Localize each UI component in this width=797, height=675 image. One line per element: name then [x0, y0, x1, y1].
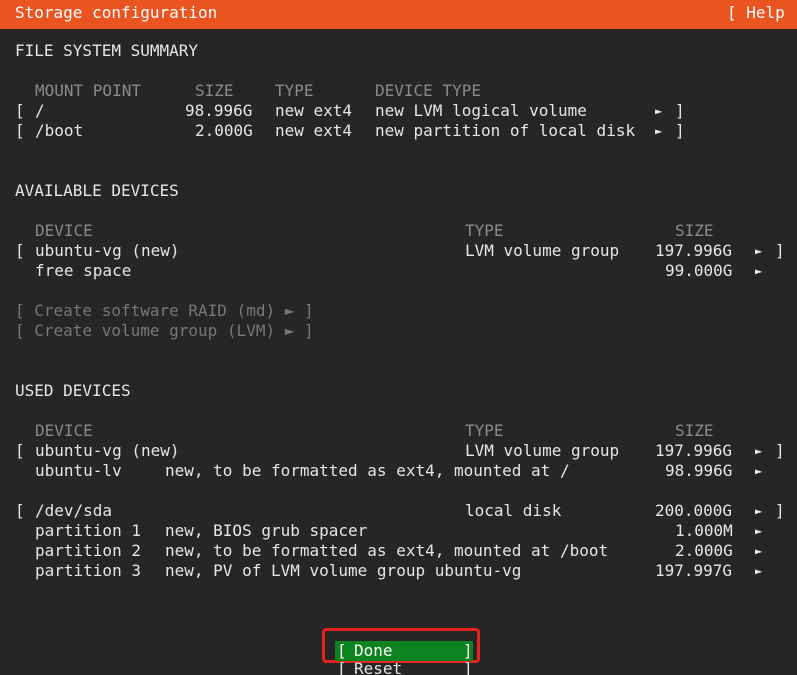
device-type: LVM volume group	[465, 241, 620, 260]
used-devices-heading: USED DEVICES	[15, 381, 131, 400]
button-close-bracket: ]	[463, 661, 473, 675]
fs-summary-heading: FILE SYSTEM SUMMARY	[15, 41, 199, 60]
partition-description: new, PV of LVM volume group ubuntu-vg	[165, 561, 522, 580]
partition-size: 197.997G	[655, 561, 733, 580]
row-close-bracket: ]	[775, 501, 785, 520]
menu-arrow-icon[interactable]: ►	[755, 241, 762, 261]
row-open-bracket: [	[15, 501, 25, 520]
col-size: SIZE	[195, 81, 234, 100]
device-name: /dev/sda	[35, 501, 113, 520]
partition-description: new, to be formatted as ext4, mounted at…	[165, 541, 609, 560]
reset-label: Reset	[354, 661, 403, 675]
device-name: ubuntu-lv	[35, 461, 122, 480]
size: 98.996G	[185, 101, 253, 120]
menu-arrow-icon[interactable]: ►	[755, 561, 762, 581]
device-type: local disk	[465, 501, 562, 520]
device-type: new partition of local disk	[375, 121, 636, 140]
partition-size: 1.000M	[675, 521, 733, 540]
col-size: SIZE	[675, 221, 714, 240]
menu-arrow-icon[interactable]: ►	[755, 521, 762, 541]
device-type: new LVM logical volume	[375, 101, 587, 120]
title-bar: Storage configuration [ Help ]	[0, 0, 797, 29]
partition-name: partition 1	[35, 521, 141, 540]
row-open-bracket: [	[15, 101, 25, 120]
menu-arrow-icon[interactable]: ►	[655, 101, 662, 121]
col-type: TYPE	[465, 421, 504, 440]
device-size: 99.000G	[665, 261, 733, 280]
done-label: Done	[354, 641, 393, 660]
col-device: DEVICE	[35, 221, 93, 240]
device-size: 197.996G	[655, 241, 733, 260]
menu-arrow-icon[interactable]: ►	[655, 121, 662, 141]
row-close-bracket: ]	[775, 441, 785, 460]
partition-name: partition 3	[35, 561, 141, 580]
device-name: free space	[35, 261, 132, 280]
button-open-bracket: [	[337, 661, 347, 675]
create-raid-button[interactable]: [ Create software RAID (md) ► ]	[15, 301, 314, 321]
device-description: new, to be formatted as ext4, mounted at…	[165, 461, 570, 480]
menu-arrow-icon[interactable]: ►	[755, 441, 762, 461]
available-devices-heading: AVAILABLE DEVICES	[15, 181, 179, 200]
menu-arrow-icon[interactable]: ►	[755, 541, 762, 561]
col-mount-point: MOUNT POINT	[35, 81, 141, 100]
partition-description: new, BIOS grub spacer	[165, 521, 368, 540]
row-close-bracket: ]	[775, 241, 785, 260]
reset-button[interactable]: [ Reset ]	[335, 661, 473, 675]
window-title: Storage configuration	[15, 3, 218, 22]
fs-type: new ext4	[275, 121, 353, 140]
device-size: 197.996G	[655, 441, 733, 460]
button-open-bracket: [	[337, 641, 347, 660]
mount-point: /boot	[35, 121, 84, 140]
create-volume-group-button[interactable]: [ Create volume group (LVM) ► ]	[15, 321, 314, 341]
menu-arrow-icon[interactable]: ►	[755, 501, 762, 521]
col-device-type: DEVICE TYPE	[375, 81, 481, 100]
menu-arrow-icon[interactable]: ►	[755, 261, 762, 281]
col-device: DEVICE	[35, 421, 93, 440]
row-close-bracket: ]	[675, 121, 685, 140]
size: 2.000G	[195, 121, 253, 140]
col-type: TYPE	[275, 81, 314, 100]
device-type: LVM volume group	[465, 441, 620, 460]
device-size: 200.000G	[655, 501, 733, 520]
help-button[interactable]: [ Help ]	[727, 3, 797, 22]
row-open-bracket: [	[15, 241, 25, 260]
button-close-bracket: ]	[463, 641, 473, 660]
device-name: ubuntu-vg (new)	[35, 441, 180, 460]
menu-arrow-icon[interactable]: ►	[755, 461, 762, 481]
done-button[interactable]: [ Done ]	[335, 641, 473, 661]
fs-type: new ext4	[275, 101, 353, 120]
partition-name: partition 2	[35, 541, 141, 560]
row-close-bracket: ]	[675, 101, 685, 120]
row-open-bracket: [	[15, 121, 25, 140]
row-open-bracket: [	[15, 441, 25, 460]
partition-size: 2.000G	[675, 541, 733, 560]
mount-point: /	[35, 101, 45, 120]
device-size: 98.996G	[665, 461, 733, 480]
device-name: ubuntu-vg (new)	[35, 241, 180, 260]
col-type: TYPE	[465, 221, 504, 240]
col-size: SIZE	[675, 421, 714, 440]
